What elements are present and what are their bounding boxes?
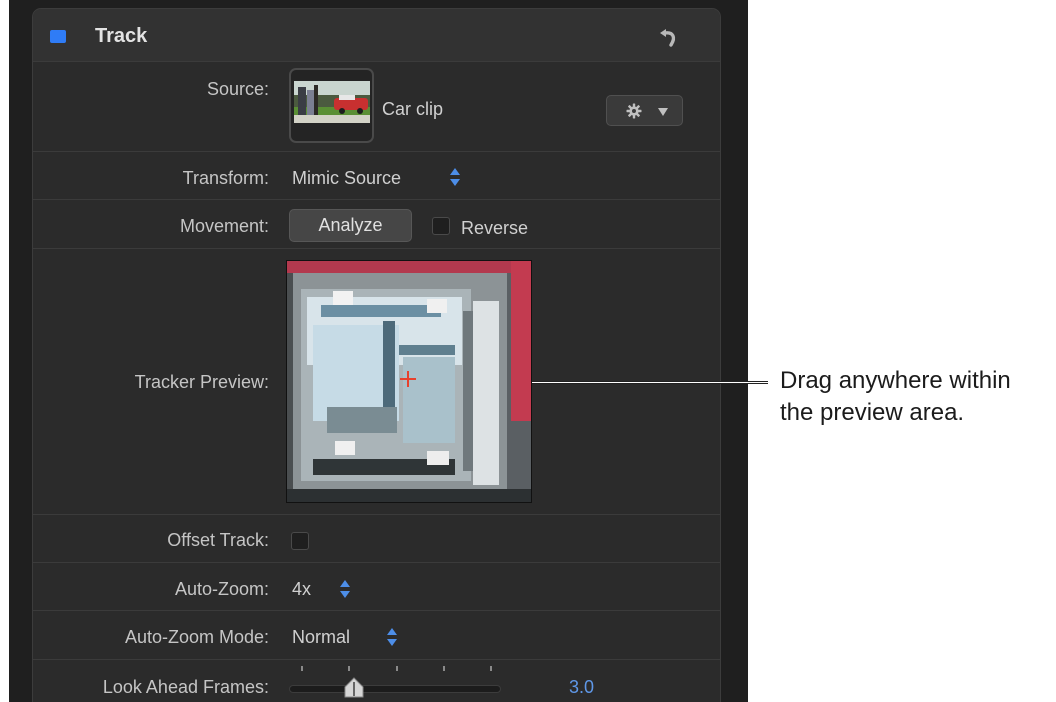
transform-label: Transform: (182, 168, 269, 188)
look-ahead-frames-value[interactable]: 3.0 (569, 677, 594, 698)
car-clip-thumbnail (294, 81, 370, 123)
chevron-down-icon (658, 108, 668, 116)
callout-text: Drag anywhere within the preview area. (780, 365, 1011, 429)
divider (33, 562, 720, 563)
divider (33, 610, 720, 611)
movement-label: Movement: (179, 216, 269, 236)
auto-zoom-mode-label: Auto-Zoom Mode: (124, 627, 269, 647)
transform-popup-stepper-icon[interactable] (449, 167, 461, 187)
look-ahead-frames-slider-thumb[interactable] (342, 676, 366, 700)
auto-zoom-stepper-icon[interactable] (339, 579, 351, 599)
callout-line-2: the preview area. (780, 399, 965, 426)
transform-popup-value[interactable]: Mimic Source (292, 168, 401, 189)
crosshair-icon (400, 371, 416, 387)
divider (33, 659, 720, 660)
left-margin (0, 0, 9, 702)
auto-zoom-label: Auto-Zoom: (174, 579, 269, 599)
offset-track-checkbox[interactable] (291, 532, 309, 550)
divider (33, 248, 720, 249)
source-thumbnail-well[interactable] (289, 68, 374, 143)
reset-arrow-icon[interactable] (657, 24, 681, 48)
reverse-checkbox-label: Reverse (461, 218, 529, 238)
track-inspector-panel: Track Source: Car clip Transform: Mimic … (32, 8, 721, 702)
slider-tick (348, 666, 350, 671)
auto-zoom-mode-popup-value[interactable]: Normal (292, 627, 350, 648)
auto-zoom-mode-stepper-icon[interactable] (386, 627, 398, 647)
slider-tick (443, 666, 445, 671)
callout-line-1: Drag anywhere within (780, 367, 1011, 394)
enable-behavior-checkbox[interactable] (50, 30, 66, 43)
divider (33, 514, 720, 515)
look-ahead-frames-slider[interactable] (289, 685, 501, 693)
gear-icon (626, 103, 642, 119)
slider-tick (396, 666, 398, 671)
panel-header: Track (33, 9, 720, 61)
divider (33, 151, 720, 152)
reverse-checkbox[interactable] (432, 217, 450, 235)
divider (33, 199, 720, 200)
analyze-button[interactable]: Analyze (289, 209, 412, 242)
panel-title: Track (95, 25, 148, 47)
offset-track-label: Offset Track: (167, 530, 269, 550)
source-gear-menu-button[interactable] (606, 95, 683, 126)
tracker-preview-area[interactable] (286, 260, 532, 503)
divider (33, 61, 720, 62)
slider-tick (490, 666, 492, 671)
slider-tick (301, 666, 303, 671)
source-clip-name: Car clip (382, 99, 444, 119)
callout-leader-line (532, 381, 768, 384)
source-label: Source: (206, 79, 269, 99)
look-ahead-frames-label: Look Ahead Frames: (102, 677, 269, 697)
auto-zoom-popup-value[interactable]: 4x (292, 579, 311, 600)
tracker-preview-label: Tracker Preview: (134, 372, 269, 392)
